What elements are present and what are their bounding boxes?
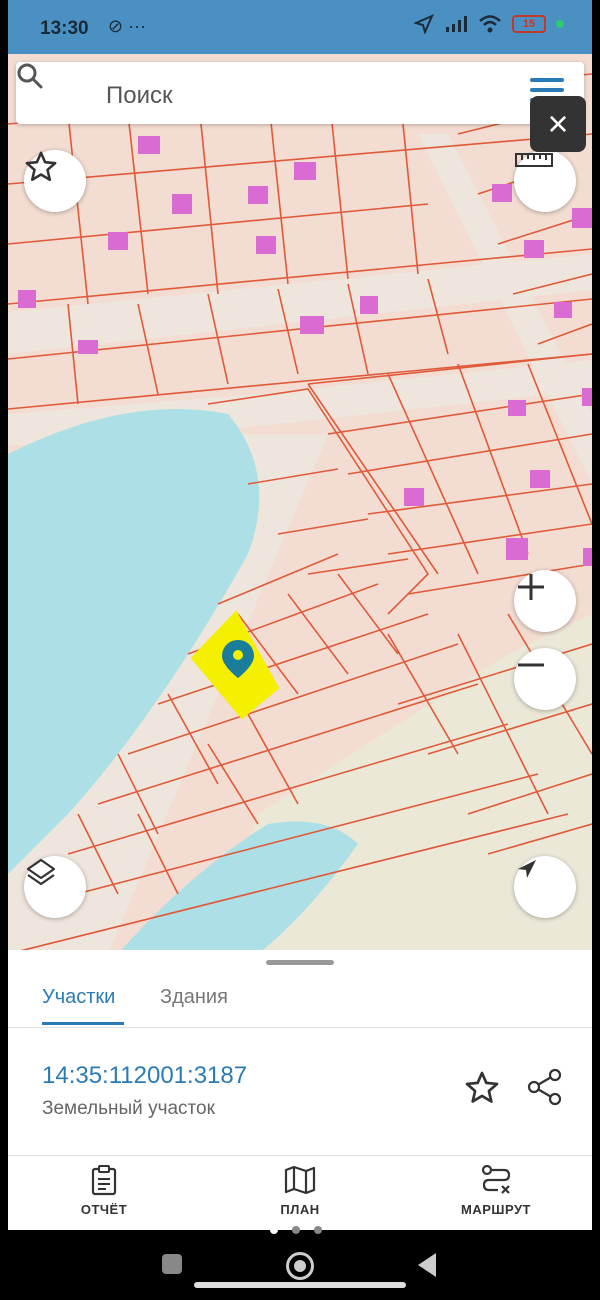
privacy-dot [556, 20, 564, 28]
app-screen: Поиск Участки Здания 14:35:112001:3187 З… [8, 54, 592, 1230]
bottom-sheet: Участки Здания 14:35:112001:3187 Земельн… [8, 950, 592, 1230]
star-icon[interactable] [464, 1070, 500, 1106]
search-bar[interactable]: Поиск [16, 62, 584, 124]
nav-report-label: ОТЧЁТ [80, 1202, 128, 1217]
nav-plan-label: ПЛАН [280, 1202, 320, 1217]
back-button[interactable] [418, 1253, 436, 1277]
page-dot [270, 1226, 278, 1234]
active-tab-indicator [42, 1022, 124, 1025]
ruler-icon [515, 153, 553, 167]
share-icon[interactable] [526, 1068, 564, 1106]
plus-icon [518, 574, 544, 600]
battery-indicator: 15 [512, 15, 546, 33]
navigation-arrow-icon [518, 860, 536, 878]
parcel-type-label: Земельный участок [42, 1098, 215, 1119]
phone-frame: 13:30 ⊘ ··· 15 Поиск Участки Здания 14:3… [0, 0, 600, 1300]
parcel-cadastral-number[interactable]: 14:35:112001:3187 [42, 1062, 247, 1090]
nav-route[interactable]: МАРШРУТ [436, 1164, 556, 1217]
locate-button[interactable] [514, 856, 576, 918]
tab-parcels[interactable]: Участки [42, 986, 115, 1009]
status-bar: 13:30 ⊘ ··· 15 [8, 0, 592, 54]
sheet-drag-handle[interactable] [266, 960, 334, 965]
minus-icon [518, 663, 544, 667]
layers-button[interactable] [24, 856, 86, 918]
map-icon [284, 1165, 316, 1195]
page-dot [314, 1226, 322, 1234]
location-arrow-icon [414, 14, 434, 34]
recents-button[interactable] [162, 1254, 182, 1274]
system-navigation-bar [0, 1240, 600, 1300]
zoom-out-button[interactable] [514, 648, 576, 710]
zoom-in-button[interactable] [514, 570, 576, 632]
close-icon[interactable]: × [530, 96, 586, 152]
parcel-card[interactable]: 14:35:112001:3187 Земельный участок [8, 1028, 592, 1156]
nav-route-label: МАРШРУТ [461, 1202, 531, 1217]
layers-icon [26, 858, 56, 886]
route-icon [481, 1164, 511, 1194]
page-indicator [270, 1226, 322, 1234]
nav-plan[interactable]: ПЛАН [240, 1164, 360, 1217]
measure-button[interactable] [514, 150, 576, 212]
signal-icon [446, 16, 467, 32]
map-canvas[interactable] [8, 54, 592, 954]
status-notification-icons: ⊘ ··· [108, 16, 147, 36]
status-time: 13:30 [40, 18, 89, 39]
clipboard-icon [91, 1165, 117, 1196]
home-button[interactable] [286, 1252, 314, 1280]
tab-buildings[interactable]: Здания [160, 986, 228, 1009]
nav-report[interactable]: ОТЧЁТ [44, 1164, 164, 1217]
star-icon [25, 151, 57, 182]
sheet-tabs: Участки Здания [8, 972, 592, 1028]
bottom-nav: ОТЧЁТ ПЛАН МАРШРУТ [8, 1156, 592, 1230]
page-dot [292, 1226, 300, 1234]
favorite-map-button[interactable] [24, 150, 86, 212]
status-right-icons: 15 [414, 14, 564, 34]
gesture-bar[interactable] [194, 1282, 406, 1288]
wifi-icon [479, 15, 501, 33]
cadastral-map[interactable]: Поиск [8, 54, 592, 954]
search-icon[interactable] [16, 62, 44, 90]
search-input[interactable]: Поиск [106, 82, 173, 110]
